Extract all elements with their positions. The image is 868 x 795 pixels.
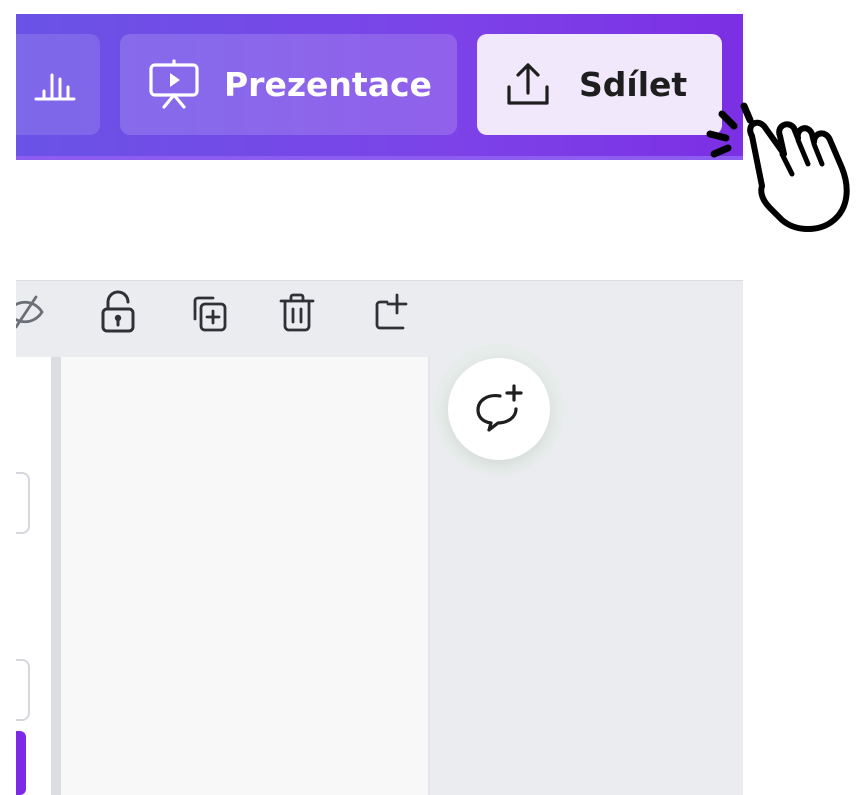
side-panel-edge <box>16 357 51 795</box>
share-button[interactable]: Sdílet <box>477 34 722 135</box>
present-button[interactable]: Prezentace <box>120 34 457 135</box>
page-edge <box>428 357 430 795</box>
page-tools-row <box>16 281 743 357</box>
add-page-icon[interactable] <box>367 289 413 335</box>
insights-button[interactable] <box>16 34 100 135</box>
presentation-screen-icon <box>149 58 199 109</box>
add-comment-icon <box>476 384 523 432</box>
design-page[interactable] <box>61 357 428 795</box>
pointing-hand-click-icon <box>706 102 850 232</box>
add-comment-button[interactable] <box>448 358 550 460</box>
panel-divider <box>51 357 61 795</box>
panel-field[interactable] <box>16 659 30 721</box>
bar-chart-icon <box>34 73 76 100</box>
hide-eye-icon[interactable] <box>16 289 48 335</box>
upload-share-icon <box>507 62 549 105</box>
trash-icon[interactable] <box>274 289 320 335</box>
lock-icon[interactable] <box>95 289 141 335</box>
panel-field[interactable] <box>16 472 30 534</box>
editor-window: Prezentace Sdílet <box>16 14 743 795</box>
duplicate-icon[interactable] <box>185 289 231 335</box>
top-toolbar: Prezentace Sdílet <box>16 14 743 160</box>
present-label: Prezentace <box>224 65 432 104</box>
secondary-toolbar <box>16 160 743 281</box>
share-label: Sdílet <box>579 65 688 104</box>
panel-primary-button[interactable] <box>16 731 26 795</box>
